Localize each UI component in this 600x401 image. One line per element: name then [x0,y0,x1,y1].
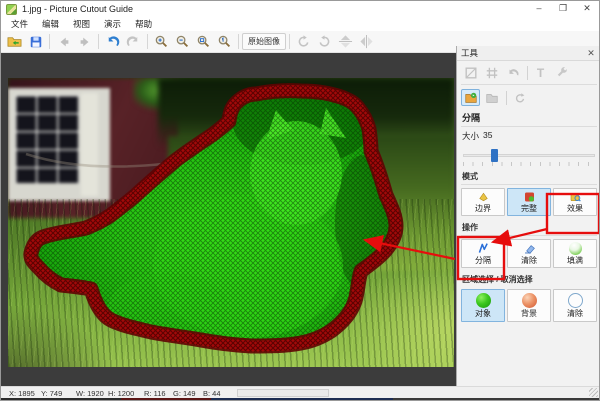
maximize-button[interactable]: ❐ [551,1,575,17]
text-tool-icon[interactable]: T [531,64,550,81]
crop-icon[interactable] [461,64,480,81]
object-icon [476,293,491,308]
size-slider-handle[interactable] [491,149,498,162]
clear-icon [568,293,583,308]
boundary-icon [477,191,490,203]
eraser-icon [523,242,536,255]
forward-icon[interactable] [74,32,95,51]
window-title: 1.jpg - Picture Cutout Guide [22,4,133,14]
zoom-in-icon[interactable] [151,32,172,51]
resize-grip[interactable] [589,388,598,397]
mode-complete-button[interactable]: 完整 [507,188,551,216]
open-icon[interactable] [4,32,25,51]
grid-icon[interactable] [482,64,501,81]
status-progress-well [237,389,329,397]
panel-close-icon[interactable]: ✕ [585,48,597,59]
flip-vertical-icon[interactable] [335,32,356,51]
region-clear-button[interactable]: 清除 [553,289,597,322]
status-g: G: 149 [173,389,196,398]
menu-view[interactable]: 视图 [66,18,97,30]
separate-icon [477,242,490,255]
tools-panel-title: 工具 [461,47,478,59]
cat-selection-overlay[interactable] [8,78,454,367]
operation-section-label: 操作 [457,219,600,234]
size-label: 大小 [462,130,479,142]
app-window: 1.jpg - Picture Cutout Guide – ❐ ✕ 文件 编辑… [0,0,600,401]
operation-clear-button[interactable]: 清除 [507,239,551,268]
region-section-label: 区域选择 / 取消选择 [457,271,600,286]
back-icon[interactable] [53,32,74,51]
mode-effect-button[interactable]: 效果 [553,188,597,216]
cutout-tool-icon[interactable] [461,89,480,106]
minimize-button[interactable]: – [527,1,551,17]
status-b: B: 44 [203,389,221,398]
menu-help[interactable]: 帮助 [128,18,159,30]
slider-ticks [463,162,595,166]
region-object-button[interactable]: 对象 [461,289,505,322]
title-bar: 1.jpg - Picture Cutout Guide – ❐ ✕ [1,1,599,17]
status-x: X: 1895 [9,389,35,398]
rotate-ccw-icon[interactable] [293,32,314,51]
tools-panel: 工具 ✕ T [456,46,600,386]
cat-selection-shape [31,81,396,346]
tools-panel-header: 工具 ✕ [457,46,600,61]
status-y: Y: 749 [41,389,62,398]
separate-section-label: 分隔 [457,108,600,125]
photo-cat-on-grass[interactable] [8,78,454,367]
image-canvas[interactable] [1,53,456,386]
mode-boundary-button[interactable]: 边界 [461,188,505,216]
mode-section-label: 模式 [457,168,600,183]
size-slider[interactable] [463,148,595,162]
status-r: R: 116 [144,389,166,398]
rotate-tool-icon[interactable] [510,89,529,106]
edit-tool-icon[interactable] [482,89,501,106]
zoom-out-icon[interactable] [172,32,193,51]
save-icon[interactable] [25,32,46,51]
effect-icon [569,191,582,203]
region-background-button[interactable]: 背景 [507,289,551,322]
status-h: H: 1200 [108,389,134,398]
redo-icon[interactable] [123,32,144,51]
zoom-fit-icon[interactable] [193,32,214,51]
complete-icon [523,191,536,203]
status-w: W: 1920 [76,389,104,398]
fill-icon [569,242,582,255]
menu-file[interactable]: 文件 [4,18,35,30]
operation-fill-button[interactable]: 填满 [553,239,597,268]
menu-bar: 文件 编辑 视图 演示 帮助 [1,17,599,31]
menu-demo[interactable]: 演示 [97,18,128,30]
background-icon [522,293,537,308]
status-bar: X: 1895 Y: 749 W: 1920 H: 1200 R: 116 G:… [1,386,599,398]
zoom-actual-icon[interactable] [214,32,235,51]
undo-tool-icon[interactable] [503,64,522,81]
flip-horizontal-icon[interactable] [356,32,377,51]
close-button[interactable]: ✕ [575,1,599,17]
wrench-icon[interactable] [552,64,571,81]
original-image-button[interactable]: 原始图像 [242,33,286,50]
operation-separate-button[interactable]: 分隔 [461,239,505,268]
menu-edit[interactable]: 编辑 [35,18,66,30]
app-icon [6,4,17,15]
undo-icon[interactable] [102,32,123,51]
size-value: 35 [483,130,492,142]
rotate-cw-icon[interactable] [314,32,335,51]
